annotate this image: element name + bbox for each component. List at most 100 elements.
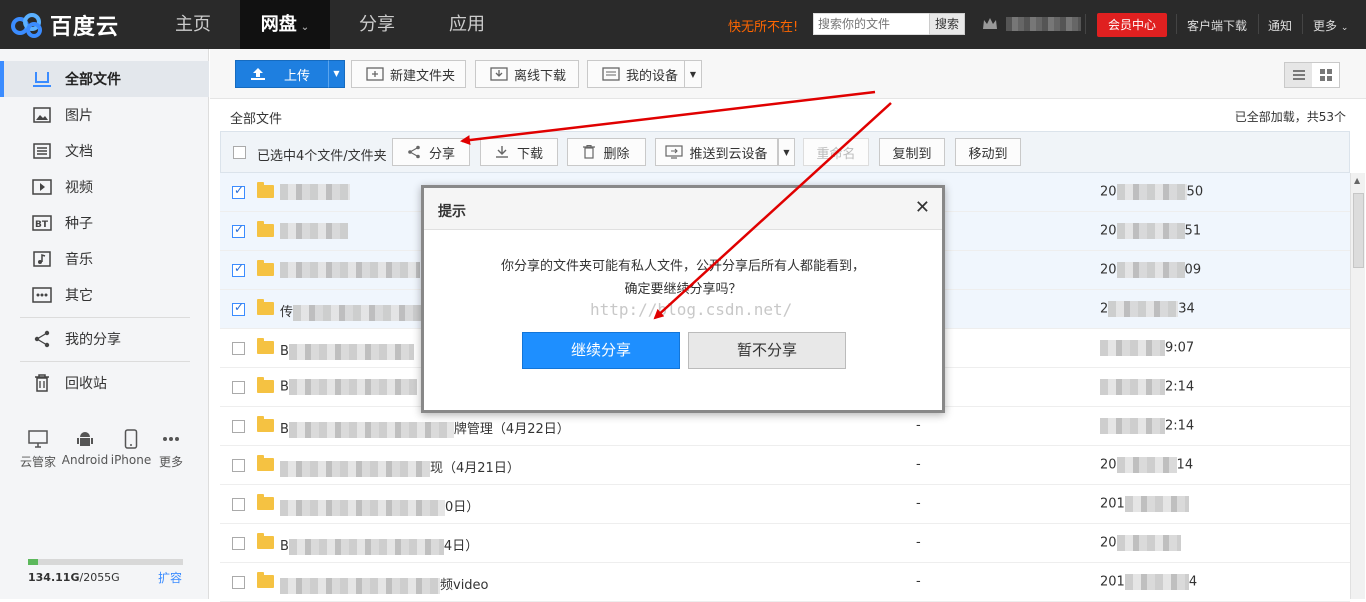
device-more[interactable]: 更多	[146, 429, 196, 470]
list-view-icon[interactable]	[1285, 63, 1312, 87]
row-checkbox[interactable]	[232, 576, 245, 589]
nav-tab-share[interactable]: 分享	[332, 0, 422, 49]
file-date-prefix: 20	[1100, 223, 1117, 239]
offline-download-icon	[490, 67, 508, 81]
sidebar-item-torrents[interactable]: BT 种子	[0, 205, 209, 241]
divider	[1176, 14, 1177, 34]
push-to-device-button[interactable]: 推送到云设备	[655, 138, 778, 166]
grid-view-icon[interactable]	[1312, 63, 1339, 87]
redacted-text	[293, 304, 436, 321]
sidebar-item-videos[interactable]: 视频	[0, 169, 209, 205]
download-button[interactable]: 下载	[480, 138, 558, 166]
file-row[interactable]: 0日） - 201	[220, 485, 1350, 524]
divider	[1258, 14, 1259, 34]
upload-dropdown-button[interactable]: ▼	[328, 60, 345, 88]
file-date-prefix: 20	[1100, 535, 1117, 551]
file-name-prefix: B	[280, 379, 289, 395]
redacted-text	[1116, 184, 1187, 200]
file-name[interactable]: 0日）	[280, 496, 479, 516]
file-name-prefix: B	[280, 539, 289, 554]
move-to-button[interactable]: 移动到	[955, 138, 1021, 166]
nav-tab-apps[interactable]: 应用	[422, 0, 512, 49]
my-devices-dropdown[interactable]: ▼	[684, 60, 702, 88]
sidebar-item-label: 回收站	[65, 376, 107, 392]
rename-button[interactable]: 重命名	[803, 138, 869, 166]
file-name[interactable]: 频video	[280, 574, 489, 594]
file-list-scrollbar[interactable]: ▲	[1350, 173, 1365, 599]
client-download-link[interactable]: 客户端下载	[1187, 17, 1247, 34]
file-name[interactable]: is	[280, 262, 430, 278]
offline-download-button[interactable]: 离线下载	[475, 60, 579, 88]
notifications-link[interactable]: 通知	[1268, 17, 1292, 34]
row-checkbox[interactable]	[232, 537, 245, 550]
sidebar-item-label: 种子	[65, 216, 93, 232]
sidebar-item-pictures[interactable]: 图片	[0, 97, 209, 133]
file-name[interactable]: 现（4月21日）	[280, 457, 520, 477]
copy-to-button[interactable]: 复制到	[879, 138, 945, 166]
more-menu-link[interactable]: 更多 ⌄	[1313, 17, 1348, 34]
cancel-share-button[interactable]: 暂不分享	[688, 332, 846, 369]
expand-storage-link[interactable]: 扩容	[158, 569, 182, 586]
file-date-prefix: 20	[1100, 457, 1117, 473]
upload-button[interactable]: 上传	[235, 60, 329, 88]
file-date: 2014	[1100, 574, 1197, 590]
close-icon[interactable]: ✕	[915, 197, 930, 218]
file-name[interactable]	[280, 184, 350, 200]
search-input[interactable]	[813, 13, 930, 35]
sidebar-item-other[interactable]: 其它	[0, 277, 209, 313]
file-name[interactable]: 传S	[280, 301, 443, 321]
device-cloud-manager[interactable]: 云管家	[13, 429, 63, 470]
vip-center-button[interactable]: 会员中心	[1097, 13, 1167, 37]
user-account[interactable]	[982, 14, 1081, 34]
load-status: 已全部加载，共53个	[1234, 110, 1346, 124]
sidebar-item-my-shares[interactable]: 我的分享	[0, 321, 209, 357]
sidebar-item-all-files[interactable]: 全部文件	[0, 61, 209, 97]
my-devices-button[interactable]: 我的设备	[587, 60, 685, 88]
select-all-checkbox[interactable]	[233, 146, 246, 159]
file-row[interactable]: 频video -201 4	[220, 563, 1350, 602]
redacted-text	[1124, 574, 1189, 590]
dialog-header: 提示 ✕	[424, 188, 942, 230]
file-row[interactable]: 现（4月21日） -20 14	[220, 446, 1350, 485]
nav-tab-netdisk[interactable]: 网盘 ⌄	[240, 0, 330, 49]
row-checkbox[interactable]	[232, 183, 245, 199]
new-folder-button[interactable]: 新建文件夹	[351, 60, 466, 88]
share-button[interactable]: 分享	[392, 138, 470, 166]
sidebar-item-music[interactable]: 音乐	[0, 241, 209, 277]
file-row[interactable]: B 4日） - 20	[220, 524, 1350, 563]
file-name[interactable]: B 牌管理（4月22日）	[280, 418, 570, 438]
push-dropdown[interactable]: ▼	[778, 138, 795, 166]
row-checkbox[interactable]	[232, 342, 245, 355]
row-checkbox[interactable]	[232, 498, 245, 511]
nav-tab-label: 分享	[359, 14, 395, 35]
selection-action-bar: 已选中4个文件/文件夹 分享 下载 删除 推送到云设备 ▼ 重命名 复制到 移动…	[220, 131, 1350, 173]
file-name[interactable]: B	[280, 379, 417, 395]
continue-share-button[interactable]: 继续分享	[522, 332, 680, 369]
delete-button[interactable]: 删除	[567, 138, 646, 166]
file-name[interactable]: B（	[280, 340, 427, 360]
sidebar-item-label: 我的分享	[65, 332, 121, 348]
row-checkbox[interactable]	[232, 420, 245, 433]
search-button[interactable]: 搜索	[929, 13, 965, 35]
row-checkbox[interactable]	[232, 261, 245, 277]
file-name[interactable]	[280, 223, 348, 239]
row-checkbox[interactable]	[232, 459, 245, 472]
nav-tab-home[interactable]: 主页	[148, 0, 238, 49]
device-android[interactable]: Android	[60, 429, 110, 467]
crown-icon	[983, 18, 997, 29]
scroll-thumb[interactable]	[1353, 193, 1364, 268]
torrent-icon: BT	[32, 213, 52, 233]
sidebar-item-recycle-bin[interactable]: 回收站	[0, 365, 209, 401]
baidu-cloud-logo[interactable]: 百度云	[10, 10, 119, 40]
file-date: 2 34	[1100, 301, 1195, 317]
sidebar-item-documents[interactable]: 文档	[0, 133, 209, 169]
row-checkbox[interactable]	[232, 300, 245, 316]
file-date-suffix: 50	[1186, 184, 1204, 200]
scroll-up-icon[interactable]: ▲	[1354, 176, 1360, 185]
nav-tab-label: 主页	[175, 14, 211, 35]
row-checkbox[interactable]	[232, 381, 245, 394]
row-checkbox[interactable]	[232, 222, 245, 238]
file-name[interactable]: B 4日）	[280, 535, 478, 555]
dialog-message-line2: 确定要继续分享吗？	[624, 282, 742, 297]
breadcrumb[interactable]: 全部文件	[230, 108, 282, 127]
